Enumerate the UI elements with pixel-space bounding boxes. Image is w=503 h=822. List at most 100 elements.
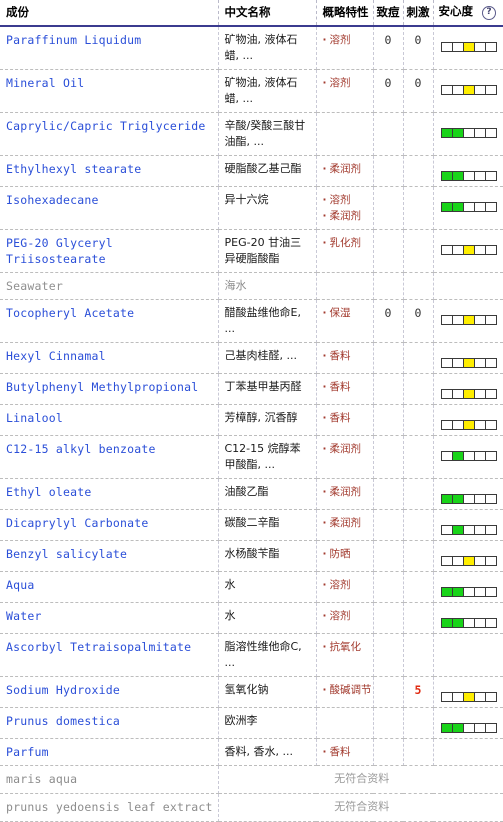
ingredient-name-link[interactable]: C12-15 alkyl benzoate bbox=[6, 441, 214, 457]
property-item[interactable]: 香料 bbox=[323, 410, 369, 426]
ingredient-name-link[interactable]: Isohexadecane bbox=[6, 192, 214, 208]
property-list: 溶剂 bbox=[323, 608, 369, 624]
column-header-name[interactable]: 成份 bbox=[0, 0, 219, 27]
safety-meter bbox=[440, 420, 497, 430]
property-item[interactable]: 溶剂 bbox=[323, 608, 369, 624]
safety-cell bbox=[433, 342, 503, 374]
safety-cell bbox=[433, 435, 503, 479]
irritation-rating bbox=[403, 602, 434, 634]
ingredient-name-link[interactable]: Benzyl salicylate bbox=[6, 546, 214, 562]
property-item[interactable]: 柔润剂 bbox=[323, 515, 369, 531]
safety-meter-segment bbox=[474, 693, 486, 701]
ingredient-name-link[interactable]: Butylphenyl Methylpropional bbox=[6, 379, 214, 395]
property-item[interactable]: 乳化剂 bbox=[323, 235, 369, 251]
safety-meter bbox=[440, 692, 497, 702]
safety-meter-segment bbox=[463, 359, 475, 367]
property-item[interactable]: 保湿 bbox=[323, 305, 369, 321]
ingredient-name-link[interactable]: Ascorbyl Tetraisopalmitate bbox=[6, 639, 214, 655]
irritation-rating bbox=[403, 540, 434, 572]
ingredient-name-cell: Caprylic/Capric Triglyceride bbox=[0, 112, 219, 156]
safety-cell bbox=[433, 299, 503, 343]
property-item[interactable]: 溶剂 bbox=[323, 192, 369, 208]
column-header-irritation[interactable]: 刺激 bbox=[403, 0, 434, 27]
safety-meter-segment bbox=[441, 526, 453, 534]
column-header-acne[interactable]: 致痘 bbox=[373, 0, 404, 27]
ingredient-name-link[interactable]: Ethyl oleate bbox=[6, 484, 214, 500]
ingredient-name-link[interactable]: Tocopheryl Acetate bbox=[6, 305, 214, 321]
column-header-chinese-name[interactable]: 中文名称 bbox=[218, 0, 317, 27]
safety-meter-segment bbox=[474, 172, 486, 180]
property-item[interactable]: 柔润剂 bbox=[323, 441, 369, 457]
chinese-name-cell: C12-15 烷醇苯甲酸酯, ... bbox=[218, 435, 317, 479]
property-list: 香料 bbox=[323, 379, 369, 395]
property-list: 酸碱调节 bbox=[323, 682, 372, 698]
property-item[interactable]: 柔润剂 bbox=[323, 161, 369, 177]
chinese-name-cell: 异十六烷 bbox=[218, 186, 317, 230]
table-row: Mineral Oil矿物油, 液体石蜡, ...溶剂00 bbox=[0, 69, 503, 113]
ingredient-name-link[interactable]: Dicaprylyl Carbonate bbox=[6, 515, 214, 531]
chinese-name-cell: 矿物油, 液体石蜡, ... bbox=[218, 69, 317, 113]
question-mark-help-icon[interactable]: ? bbox=[482, 6, 496, 20]
irritation-rating bbox=[403, 707, 434, 739]
property-item[interactable]: 溶剂 bbox=[323, 32, 369, 48]
column-header-properties[interactable]: 概略特性 bbox=[316, 0, 374, 27]
ingredient-name-link[interactable]: PEG-20 Glyceryl Triisostearate bbox=[6, 235, 214, 267]
ingredient-name-cell: Mineral Oil bbox=[0, 69, 219, 113]
ingredient-name-link[interactable]: Paraffinum Liquidum bbox=[6, 32, 214, 48]
property-list: 香料 bbox=[323, 744, 369, 760]
property-list: 香料 bbox=[323, 348, 369, 364]
safety-meter-segment bbox=[441, 693, 453, 701]
ingredient-name-cell: Tocopheryl Acetate bbox=[0, 299, 219, 343]
ingredient-name-link[interactable]: Caprylic/Capric Triglyceride bbox=[6, 118, 214, 134]
ingredient-name-link[interactable]: Hexyl Cinnamal bbox=[6, 348, 214, 364]
safety-meter-segment bbox=[463, 693, 475, 701]
ingredient-name-cell: maris aqua bbox=[0, 765, 219, 794]
property-item[interactable]: 香料 bbox=[323, 348, 369, 364]
safety-meter-segment bbox=[485, 619, 496, 627]
table-row: Hexyl Cinnamal 己基肉桂醛, ... 香料 bbox=[0, 342, 503, 374]
property-item[interactable]: 柔润剂 bbox=[323, 208, 369, 224]
safety-meter-segment bbox=[485, 203, 496, 211]
ingredient-name-link[interactable]: Prunus domestica bbox=[6, 713, 214, 729]
chinese-name: 欧洲李 bbox=[224, 714, 258, 727]
ingredient-name-link[interactable]: Water bbox=[6, 608, 214, 624]
irritation-rating bbox=[403, 373, 434, 405]
property-item[interactable]: 抗氧化 bbox=[323, 639, 369, 655]
irritation-rating bbox=[403, 435, 434, 479]
safety-meter-segment bbox=[485, 172, 496, 180]
column-header-safety-label[interactable]: 安心度 bbox=[439, 4, 474, 18]
safety-meter-segment bbox=[485, 359, 496, 367]
chinese-name-cell: 水杨酸苄酯 bbox=[218, 540, 317, 572]
property-list: 柔润剂 bbox=[323, 484, 369, 500]
ingredient-name-link[interactable]: Sodium Hydroxide bbox=[6, 682, 214, 698]
acne-rating: 0 bbox=[373, 299, 404, 343]
property-item[interactable]: 溶剂 bbox=[323, 577, 369, 593]
safety-cell bbox=[433, 509, 503, 541]
irritation-rating bbox=[403, 478, 434, 510]
irritation-rating bbox=[403, 272, 434, 300]
chinese-name-cell: 脂溶性维他命C, ... bbox=[218, 633, 317, 677]
ingredient-name-link[interactable]: Parfum bbox=[6, 744, 214, 760]
acne-rating bbox=[373, 738, 404, 766]
safety-meter bbox=[440, 525, 497, 535]
property-item[interactable]: 柔润剂 bbox=[323, 484, 369, 500]
table-row: Linalool 芳樟醇, 沉香醇 香料 bbox=[0, 404, 503, 436]
acne-rating bbox=[373, 272, 404, 300]
property-item[interactable]: 溶剂 bbox=[323, 75, 369, 91]
chinese-name: 丁苯基甲基丙醛 bbox=[224, 380, 302, 393]
property-item[interactable]: 酸碱调节 bbox=[323, 682, 372, 698]
ingredient-name-link[interactable]: Aqua bbox=[6, 577, 214, 593]
property-item[interactable]: 香料 bbox=[323, 379, 369, 395]
property-item[interactable]: 防晒 bbox=[323, 546, 369, 562]
ingredient-name-link[interactable]: Linalool bbox=[6, 410, 214, 426]
ingredient-name-link[interactable]: Mineral Oil bbox=[6, 75, 214, 91]
properties-cell: 酸碱调节 bbox=[316, 676, 374, 708]
header-row: 成份 中文名称 概略特性 致痘 刺激 安心度? bbox=[0, 0, 503, 27]
irritation-rating bbox=[403, 738, 434, 766]
safety-meter-segment bbox=[463, 588, 475, 596]
property-item[interactable]: 香料 bbox=[323, 744, 369, 760]
ingredient-name-link[interactable]: Ethylhexyl stearate bbox=[6, 161, 214, 177]
safety-cell bbox=[433, 272, 503, 300]
chinese-name: 氢氧化钠 bbox=[224, 683, 269, 696]
chinese-name: 海水 bbox=[224, 279, 247, 292]
